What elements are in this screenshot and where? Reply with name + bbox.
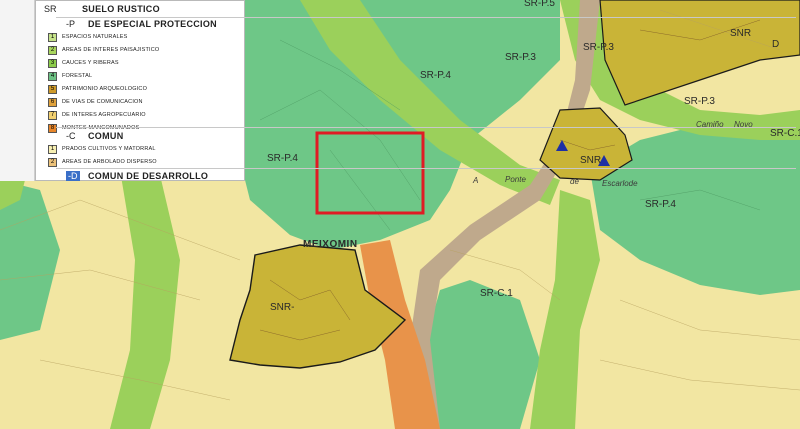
- zone-label: SNR-: [270, 302, 294, 313]
- legend-c-title: COMUN: [88, 131, 124, 141]
- legend-swatch: 1: [48, 144, 57, 154]
- legend-c-abbr: -C: [66, 131, 76, 141]
- zone-label: SR-C.1: [770, 128, 800, 139]
- legend-swatch: 8: [48, 123, 57, 133]
- legend-item-label: CAUCES Y RIBERAS: [62, 60, 119, 66]
- legend-sr-abbr: SR: [44, 4, 57, 14]
- zone-label: SNR: [730, 28, 751, 39]
- legend-item-label: DE VIAS DE COMUNICACION: [62, 99, 143, 105]
- p-legend-item: 2 AREAS DE INTERES PAISAJISTICO: [48, 44, 159, 56]
- legend-item-label: AREAS DE ARBOLADO DISPERSO: [62, 159, 157, 165]
- legend-d-title: COMUN DE DESARROLLO: [88, 171, 209, 181]
- place-label: Ponte: [505, 175, 526, 184]
- zone-label: SR-P.4: [645, 199, 676, 210]
- p-legend-item: 3 CAUCES Y RIBERAS: [48, 57, 119, 69]
- legend-swatch: 1: [48, 32, 57, 42]
- legend-p-abbr: -P: [66, 19, 75, 29]
- c-legend-item: 2 AREAS DE ARBOLADO DISPERSO: [48, 156, 157, 168]
- zone-label: SR-P.3: [583, 42, 614, 53]
- legend-swatch: 2: [48, 157, 57, 167]
- legend-swatch: 7: [48, 110, 57, 120]
- zone-label: SR-P.4: [267, 153, 298, 164]
- legend-item-label: DE INTERES AGROPECUARIO: [62, 112, 146, 118]
- legend-swatch: 5: [48, 84, 57, 94]
- village-label: MEIXOMIN: [303, 239, 358, 250]
- place-label: A: [472, 176, 478, 185]
- legend-item-label: AREAS DE INTERES PAISAJISTICO: [62, 47, 160, 53]
- place-label: Escarlode: [602, 179, 638, 188]
- legend-swatch: 6: [48, 97, 57, 107]
- legend-sr-title: SUELO RUSTICO: [82, 4, 160, 14]
- legend-item-label: ESPACIOS NATURALES: [62, 34, 128, 40]
- zone-label: SR-P.3: [505, 52, 536, 63]
- place-label: de: [570, 177, 579, 186]
- zone-label: SR-P.5: [524, 0, 555, 9]
- zone-label: SR-C.1: [480, 288, 513, 299]
- zone-label: SR-P.3: [684, 96, 715, 107]
- p-legend-item: 6 DE VIAS DE COMUNICACION: [48, 96, 143, 108]
- p-legend-item: 5 PATRIMONIO ARQUEOLOGICO: [48, 83, 147, 95]
- legend-item-label: FORESTAL: [62, 73, 93, 79]
- zone-label: SNR: [580, 155, 601, 166]
- p-legend-item: 7 DE INTERES AGROPECUARIO: [48, 109, 146, 121]
- p-legend-item: 1 ESPACIOS NATURALES: [48, 31, 127, 43]
- c-legend-item: 1 PRADOS CULTIVOS Y MATORRAL: [48, 143, 156, 155]
- zone-label: D: [772, 39, 779, 50]
- legend-d-abbr: -D: [66, 171, 80, 181]
- legend-p-title: DE ESPECIAL PROTECCION: [88, 19, 217, 29]
- legend-swatch: 4: [48, 71, 57, 81]
- zone-label: SR-P.4: [420, 70, 451, 81]
- legend-swatch: 2: [48, 45, 57, 55]
- legend-swatch: 3: [48, 58, 57, 68]
- legend-item-label: PATRIMONIO ARQUEOLOGICO: [62, 86, 148, 92]
- legend-item-label: PRADOS CULTIVOS Y MATORRAL: [62, 146, 156, 152]
- p-legend-item: 4 FORESTAL: [48, 70, 92, 82]
- legend-sidebar: [0, 0, 35, 181]
